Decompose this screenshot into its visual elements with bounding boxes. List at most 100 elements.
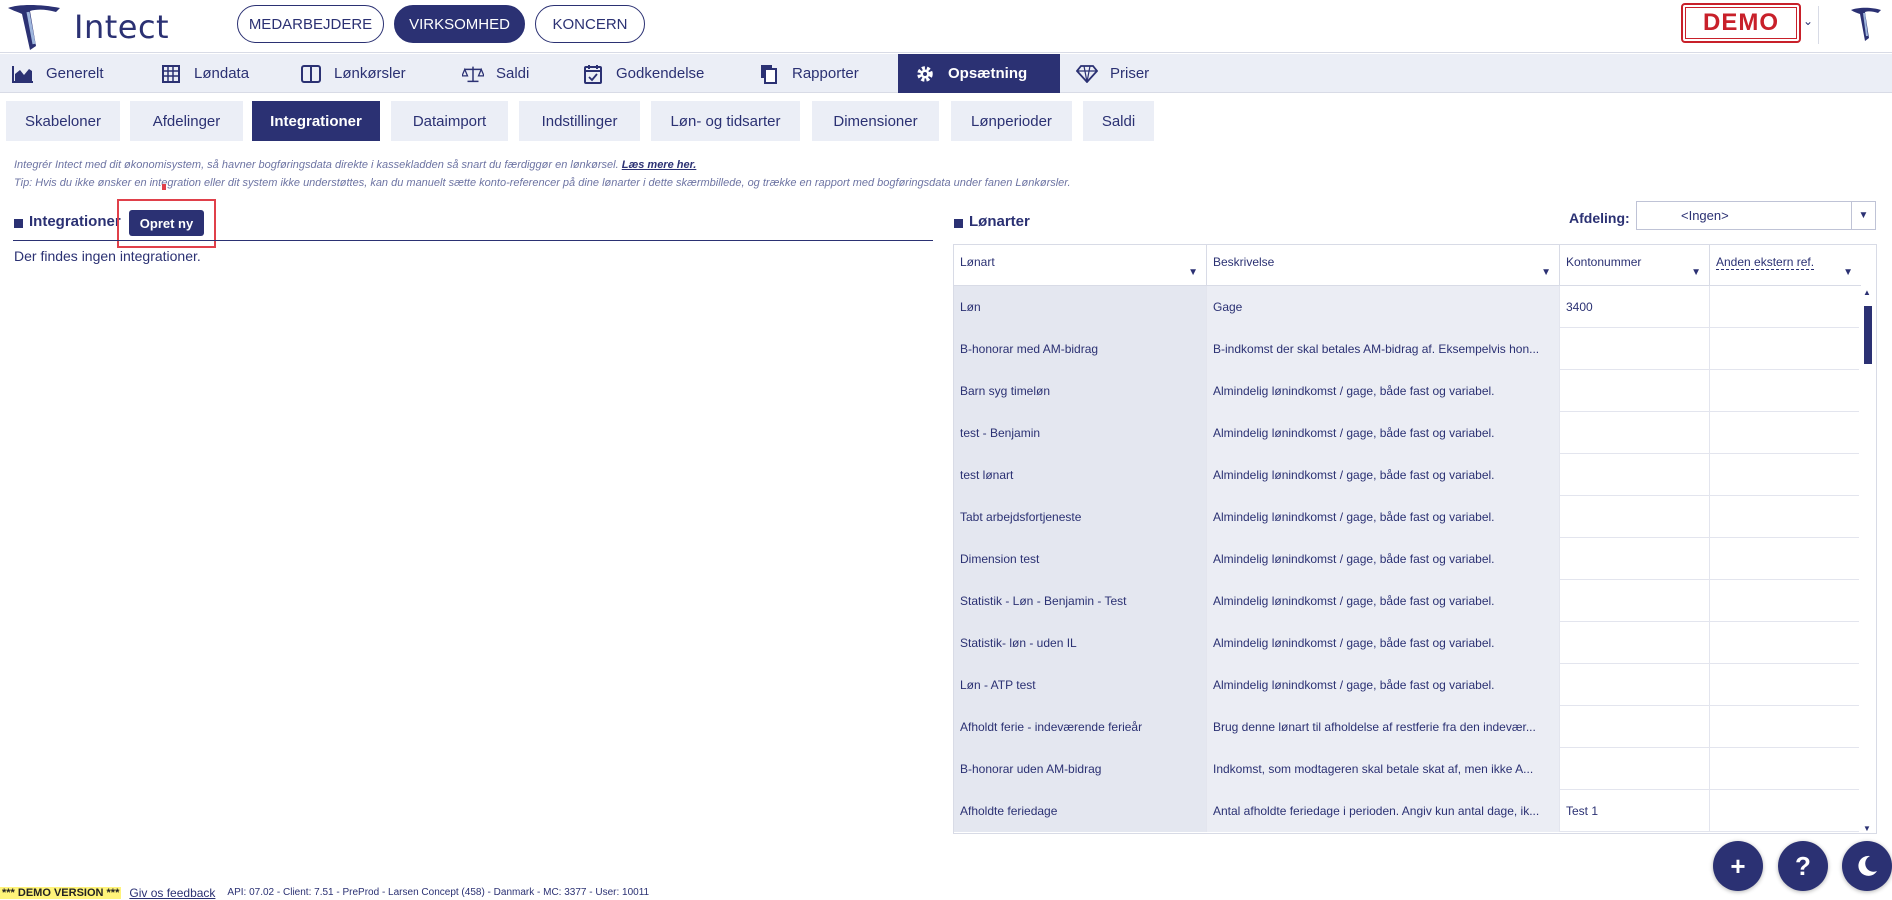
tab-afdelinger[interactable]: Afdelinger: [130, 101, 243, 141]
tab-dimensioner[interactable]: Dimensioner: [812, 101, 939, 141]
filter-icon[interactable]: ▼: [1691, 267, 1701, 278]
table-cell[interactable]: Barn syg timeløn: [954, 370, 1207, 412]
tab-lon-og-tidsarter[interactable]: Løn- og tidsarter: [651, 101, 800, 141]
intect-small-logo-icon[interactable]: [1850, 6, 1882, 42]
nav-generelt[interactable]: Generelt: [12, 54, 104, 93]
table-cell[interactable]: test lønart: [954, 454, 1207, 496]
table-cell[interactable]: Almindelig lønindkomst / gage, både fast…: [1207, 370, 1560, 412]
table-cell[interactable]: Tabt arbejdsfortjeneste: [954, 496, 1207, 538]
table-cell[interactable]: Almindelig lønindkomst / gage, både fast…: [1207, 412, 1560, 454]
table-cell[interactable]: [1710, 580, 1861, 622]
scroll-up-icon[interactable]: ▲: [1863, 288, 1871, 297]
tab-indstillinger[interactable]: Indstillinger: [519, 101, 640, 141]
nav-rapporter[interactable]: Rapporter: [758, 54, 859, 93]
table-cell[interactable]: [1710, 328, 1861, 370]
table-cell[interactable]: Test 1: [1560, 790, 1710, 832]
chevron-down-icon[interactable]: ⌄: [1803, 14, 1813, 28]
table-row[interactable]: Løn - ATP test Almindelig lønindkomst / g…: [954, 664, 1861, 706]
table-row[interactable]: Dimension test Almindelig lønindkomst / g…: [954, 538, 1861, 580]
table-row[interactable]: Barn syg timeløn Almindelig lønindkomst /…: [954, 370, 1861, 412]
table-cell[interactable]: [1710, 664, 1861, 706]
table-cell[interactable]: B-honorar uden AM-bidrag: [954, 748, 1207, 790]
table-cell[interactable]: Almindelig lønindkomst / gage, både fast…: [1207, 496, 1560, 538]
table-cell[interactable]: [1560, 538, 1710, 580]
tab-integrationer[interactable]: Integrationer: [252, 101, 380, 141]
scroll-thumb[interactable]: [1864, 306, 1872, 364]
table-cell[interactable]: Indkomst, som modtageren skal betale ska…: [1207, 748, 1560, 790]
table-cell[interactable]: Almindelig lønindkomst / gage, både fast…: [1207, 454, 1560, 496]
table-cell[interactable]: [1710, 370, 1861, 412]
read-more-link[interactable]: Læs mere her.: [622, 159, 697, 171]
create-integration-button[interactable]: Opret ny: [129, 210, 204, 236]
table-cell[interactable]: Gage: [1207, 286, 1560, 328]
table-row[interactable]: Afholdt ferie - indeværende ferieår Brug …: [954, 706, 1861, 748]
column-header-beskrivelse[interactable]: Beskrivelse ▼: [1207, 245, 1560, 286]
table-row[interactable]: Tabt arbejdsfortjeneste Almindelig lønind…: [954, 496, 1861, 538]
table-cell[interactable]: Almindelig lønindkomst / gage, både fast…: [1207, 664, 1560, 706]
table-cell[interactable]: Brug denne lønart til afholdelse af rest…: [1207, 706, 1560, 748]
table-cell[interactable]: [1710, 286, 1861, 328]
table-cell[interactable]: Almindelig lønindkomst / gage, både fast…: [1207, 622, 1560, 664]
table-cell[interactable]: [1710, 622, 1861, 664]
table-cell[interactable]: Dimension test: [954, 538, 1207, 580]
table-row[interactable]: test - Benjamin Almindelig lønindkomst / …: [954, 412, 1861, 454]
column-header-anden-ref[interactable]: Anden ekstern ref. ▼: [1710, 245, 1861, 286]
caret-down-icon[interactable]: ▼: [1851, 202, 1875, 229]
demo-badge[interactable]: DEMO: [1681, 3, 1801, 43]
table-cell[interactable]: 3400: [1560, 286, 1710, 328]
table-cell[interactable]: Statistik- løn - uden IL: [954, 622, 1207, 664]
help-button[interactable]: ?: [1778, 841, 1828, 891]
table-cell[interactable]: [1560, 706, 1710, 748]
table-cell[interactable]: Afholdt ferie - indeværende ferieår: [954, 706, 1207, 748]
nav-londata[interactable]: Løndata: [160, 54, 249, 93]
table-cell[interactable]: [1560, 748, 1710, 790]
grid-scrollbar[interactable]: ▲ ▼: [1859, 286, 1876, 833]
table-cell[interactable]: [1710, 748, 1861, 790]
table-row[interactable]: Afholdte feriedage Antal afholdte ferieda…: [954, 790, 1861, 832]
tab-lonperioder[interactable]: Lønperioder: [951, 101, 1072, 141]
table-row[interactable]: Løn Gage 3400: [954, 286, 1861, 328]
filter-icon[interactable]: ▼: [1541, 267, 1551, 278]
table-cell[interactable]: [1560, 370, 1710, 412]
nav-godkendelse[interactable]: Godkendelse: [582, 54, 704, 93]
table-cell[interactable]: [1710, 454, 1861, 496]
table-cell[interactable]: B-indkomst der skal betales AM-bidrag af…: [1207, 328, 1560, 370]
dark-mode-button[interactable]: [1842, 841, 1892, 891]
filter-icon[interactable]: ▼: [1188, 267, 1198, 278]
column-header-kontonummer[interactable]: Kontonummer ▼: [1560, 245, 1710, 286]
table-row[interactable]: Statistik - Løn - Benjamin - Test Alminde…: [954, 580, 1861, 622]
tab-skabeloner[interactable]: Skabeloner: [6, 101, 120, 141]
pill-medarbejdere[interactable]: MEDARBEJDERE: [237, 5, 384, 43]
table-cell[interactable]: test - Benjamin: [954, 412, 1207, 454]
table-cell[interactable]: [1710, 706, 1861, 748]
table-cell[interactable]: [1710, 538, 1861, 580]
nav-saldi[interactable]: Saldi: [462, 54, 529, 93]
table-cell[interactable]: Almindelig lønindkomst / gage, både fast…: [1207, 580, 1560, 622]
table-cell[interactable]: [1560, 454, 1710, 496]
nav-lonkorsler[interactable]: Lønkørsler: [300, 54, 406, 93]
scroll-down-icon[interactable]: ▼: [1863, 824, 1871, 833]
intect-logo[interactable]: Intect: [6, 2, 169, 52]
department-select[interactable]: <Ingen> ▼: [1636, 201, 1876, 230]
table-cell[interactable]: [1560, 328, 1710, 370]
column-header-lonart[interactable]: Lønart ▼: [954, 245, 1207, 286]
table-row[interactable]: B-honorar uden AM-bidrag Indkomst, som mo…: [954, 748, 1861, 790]
tab-saldi[interactable]: Saldi: [1083, 101, 1154, 141]
table-cell[interactable]: Afholdte feriedage: [954, 790, 1207, 832]
table-cell[interactable]: Løn - ATP test: [954, 664, 1207, 706]
pill-virksomhed[interactable]: VIRKSOMHED: [394, 5, 525, 43]
add-button[interactable]: +: [1713, 841, 1763, 891]
table-row[interactable]: test lønart Almindelig lønindkomst / gage…: [954, 454, 1861, 496]
table-row[interactable]: Statistik- løn - uden IL Almindelig lønin…: [954, 622, 1861, 664]
table-cell[interactable]: Antal afholdte feriedage i perioden. Ang…: [1207, 790, 1560, 832]
table-cell[interactable]: [1710, 496, 1861, 538]
table-cell[interactable]: Løn: [954, 286, 1207, 328]
table-cell[interactable]: [1710, 412, 1861, 454]
pill-koncern[interactable]: KONCERN: [535, 5, 645, 43]
table-cell[interactable]: [1710, 790, 1861, 832]
table-row[interactable]: B-honorar med AM-bidrag B-indkomst der sk…: [954, 328, 1861, 370]
feedback-link[interactable]: Giv os feedback: [129, 886, 215, 900]
table-cell[interactable]: [1560, 412, 1710, 454]
table-cell[interactable]: Statistik - Løn - Benjamin - Test: [954, 580, 1207, 622]
table-cell[interactable]: B-honorar med AM-bidrag: [954, 328, 1207, 370]
